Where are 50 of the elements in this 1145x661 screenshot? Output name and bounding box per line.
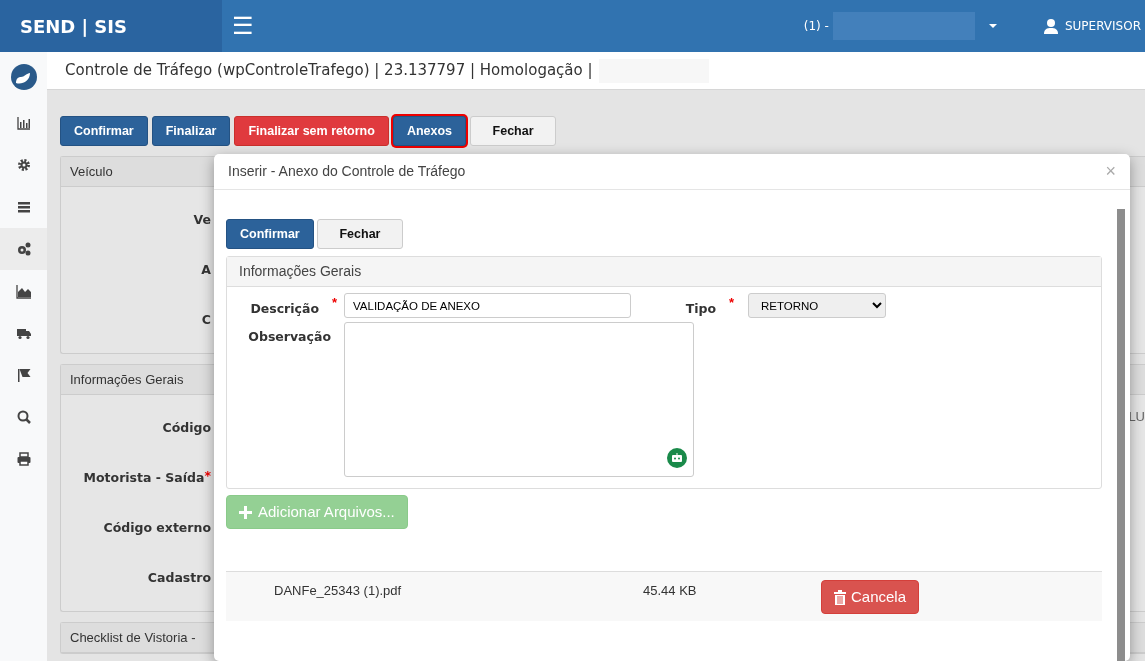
file-size: 45.44 KB (643, 582, 698, 600)
field-label: Ve (193, 210, 211, 229)
bar-chart-icon (15, 115, 32, 131)
printer-icon (15, 451, 32, 467)
gear-icon (15, 157, 32, 173)
required-mark: * (332, 294, 339, 312)
section-title: Informações Gerais (227, 257, 1101, 287)
observation-field[interactable] (344, 321, 694, 477)
toolbar-button[interactable]: Anexos (392, 116, 467, 146)
gears-icon (15, 241, 32, 257)
cancel-button[interactable]: Cancela (821, 580, 920, 614)
modal-title: Inserir - Anexo do Controle de Tráfego (228, 162, 466, 181)
company-label: (1) - (803, 18, 829, 35)
type-select[interactable]: RETORNO (748, 293, 886, 318)
scrollbar[interactable] (1117, 209, 1125, 661)
user-name[interactable]: SUPERVISOR (1064, 17, 1141, 35)
field-label: Descrição (250, 299, 319, 318)
toolbar-button[interactable]: Finalizar sem retorno (234, 116, 389, 146)
dialog-button[interactable]: Fechar (317, 219, 403, 249)
plus-icon (239, 505, 252, 519)
field-label: Tipo (685, 299, 716, 318)
toolbar-button[interactable]: Confirmar (60, 116, 148, 146)
description-field[interactable]: VALIDAÇÃO DE ANEXO (344, 293, 631, 318)
field-value: LU (1128, 408, 1145, 426)
brand-title: SEND | SIS (0, 0, 222, 52)
logo-icon (9, 63, 38, 91)
menu-icon[interactable]: ☰ (232, 14, 254, 38)
field-label: Código (162, 418, 211, 437)
file-name: DANFe_25343 (1).pdf (273, 582, 403, 600)
page-title: Controle de Tráfego (wpControleTrafego) | 23.137797 | Homologação | (65, 60, 593, 82)
field-label: A (201, 260, 211, 279)
required-mark: * (204, 467, 211, 485)
area-chart-icon (15, 283, 32, 299)
caret-icon[interactable] (988, 24, 997, 28)
sidebar-item[interactable] (0, 228, 47, 270)
toolbar-button[interactable]: Fechar (470, 116, 557, 146)
field-label: Código externo (103, 518, 211, 537)
search-icon (15, 409, 32, 425)
field-label: C (201, 310, 211, 329)
field-label: Observação (248, 328, 331, 346)
flag-icon (15, 367, 32, 383)
robot-icon[interactable] (667, 447, 687, 468)
required-mark: * (729, 294, 736, 312)
dialog-button[interactable]: Confirmar (226, 219, 314, 249)
list-icon (15, 199, 32, 215)
field-label: Motorista - Saída (83, 468, 205, 487)
field-label: Cadastro (147, 568, 211, 587)
toolbar-button[interactable]: Finalizar (151, 116, 231, 146)
trash-icon (834, 589, 846, 605)
user-icon (1042, 18, 1059, 34)
